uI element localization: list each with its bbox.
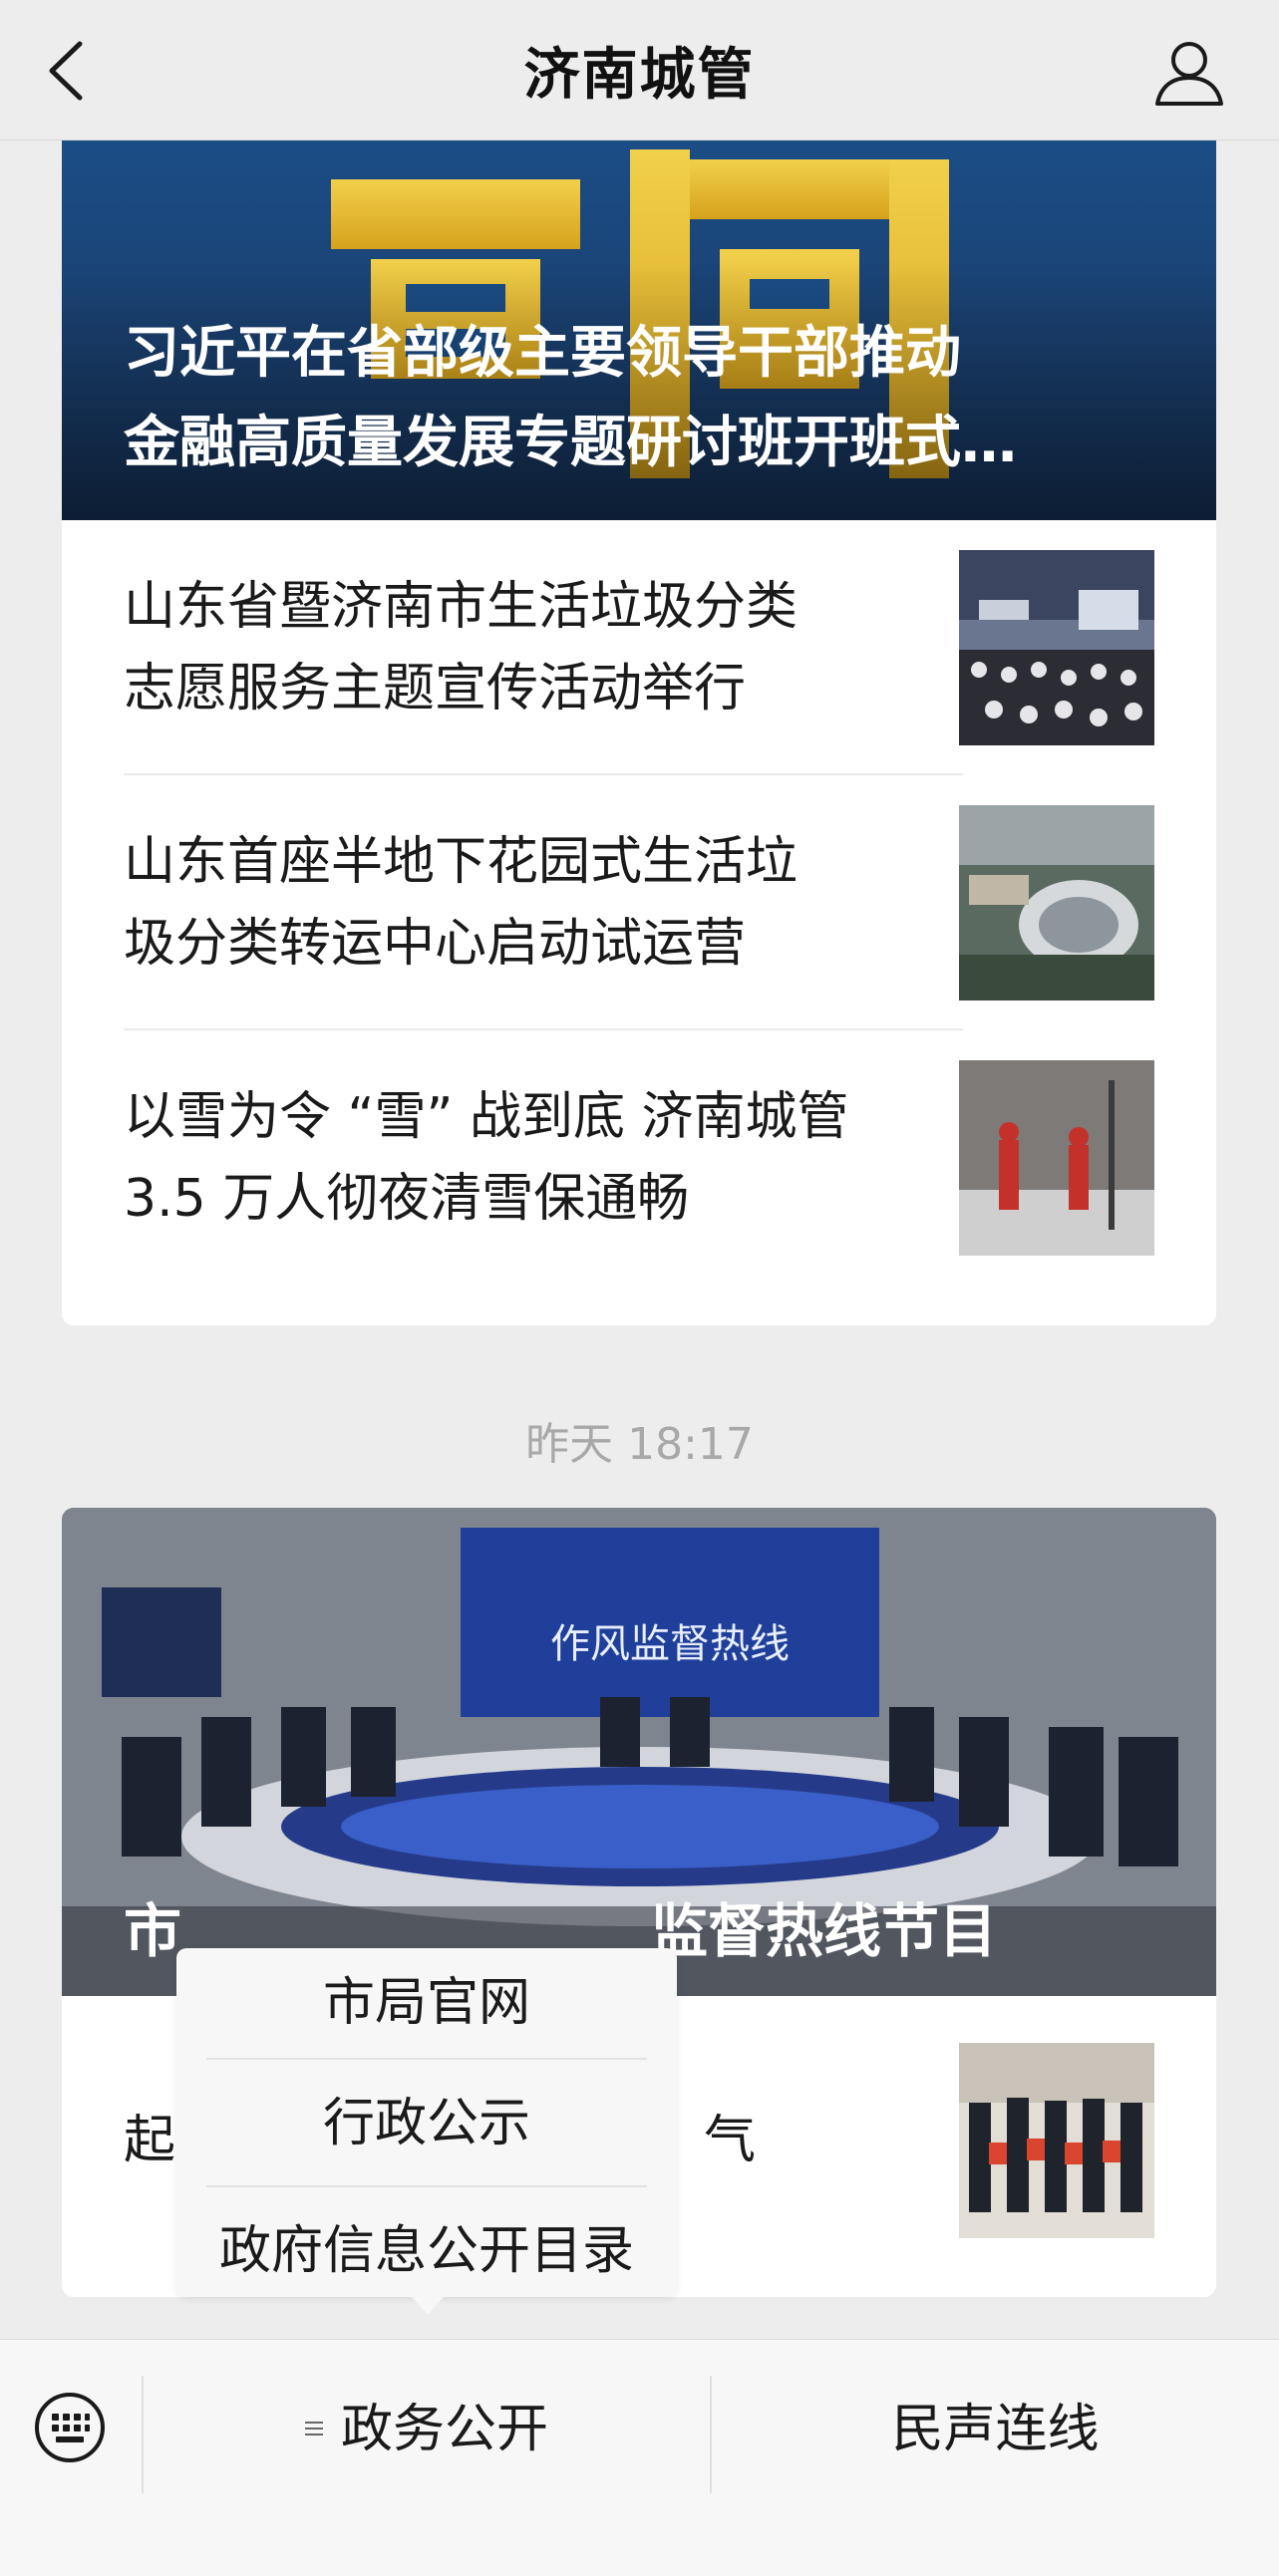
keyboard-icon	[35, 2393, 105, 2462]
menu-item-city-bureau-site[interactable]: 市局官网	[206, 1968, 647, 2056]
list-item-thumbnail	[959, 2043, 1154, 2238]
top-nav-bar: 济南城管	[0, 0, 1279, 141]
keyboard-toggle-button[interactable]	[34, 2392, 106, 2463]
menu-tab-public-voice[interactable]: 民声连线	[712, 2382, 1279, 2477]
menu-item-admin-notice[interactable]: 行政公示	[206, 2058, 647, 2187]
popup-pointer	[412, 2297, 444, 2315]
list-item-title: 以雪为令 “雪” 战到底 济南城管 3.5 万人彻夜清雪保通畅	[124, 1087, 849, 1229]
profile-button[interactable]	[1149, 32, 1229, 112]
bottom-menu-bar: 政务公开 民声连线	[0, 2339, 1279, 2576]
submenu-icon	[304, 2418, 323, 2439]
chevron-left-icon	[49, 41, 83, 101]
hero-headline-line1: 习近平在省部级主要领导干部推动	[124, 321, 961, 386]
page-title: 济南城管	[523, 42, 756, 108]
hero-article-1[interactable]: 要闻 习近平在省部级主要领导干部推动 金融高质量发展专题研讨班开班式…	[62, 140, 1216, 520]
list-item-thumbnail	[959, 805, 1154, 1001]
message-timestamp: 昨天 18:17	[525, 1419, 754, 1470]
list-item-thumbnail	[959, 1060, 1154, 1256]
studio-screen-text: 作风监督热线	[550, 1621, 790, 1667]
list-item[interactable]: 山东首座半地下花园式生活垃 圾分类转运中心启动试运营	[124, 775, 1154, 1030]
list-item-title: 山东省暨济南市生活垃圾分类 志愿服务主题宣传活动举行	[124, 577, 799, 718]
list-item-thumbnail	[959, 550, 1154, 745]
user-icon	[1155, 42, 1223, 106]
submenu-popup: 市局官网 行政公示 政府信息公开目录	[176, 1948, 677, 2315]
article-card-1: 要闻 习近平在省部级主要领导干部推动 金融高质量发展专题研讨班开班式… 山东省暨…	[62, 140, 1216, 1325]
hero-article-2[interactable]: 作风监督热线 市监督热线节目	[62, 1508, 1216, 1996]
list-item[interactable]: 山东省暨济南市生活垃圾分类 志愿服务主题宣传活动举行	[124, 520, 1154, 775]
back-button[interactable]	[40, 36, 100, 106]
hero-headline-line2: 金融高质量发展专题研讨班开班式…	[124, 411, 1017, 475]
menu-item-gov-info-catalog[interactable]: 政府信息公开目录	[206, 2185, 647, 2315]
list-item-title: 山东首座半地下花园式生活垃 圾分类转运中心启动试运营	[124, 832, 799, 974]
menu-tab-government-affairs[interactable]: 政务公开	[144, 2382, 710, 2477]
list-item[interactable]: 以雪为令 “雪” 战到底 济南城管 3.5 万人彻夜清雪保通畅	[124, 1030, 1154, 1286]
